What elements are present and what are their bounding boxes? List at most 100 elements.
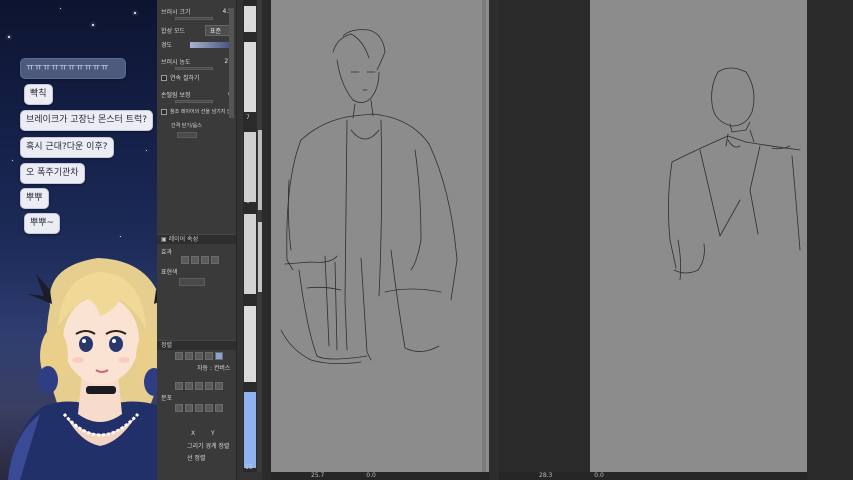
- expression-label: 표현색: [161, 269, 178, 276]
- gap-closing-row[interactable]: 간격 닫기/옵스: [161, 120, 232, 131]
- blend-mode-row[interactable]: 합성 모드 표준: [161, 25, 232, 36]
- star-icon: [120, 236, 121, 237]
- brush-density-row[interactable]: 브러시 농도 21: [161, 56, 232, 67]
- layer-icon: ▣: [161, 236, 167, 243]
- stabilization-slider[interactable]: [175, 100, 213, 103]
- right-zoom-value[interactable]: 28.3: [539, 472, 552, 479]
- blend-mode-label: 합성 모드: [161, 28, 185, 35]
- draw-boundary-row[interactable]: 그리기 경계 정렬: [161, 440, 232, 451]
- align-middle-button[interactable]: [215, 352, 223, 360]
- brush-size-number: 12: [245, 376, 253, 383]
- chat-message: 뿌뿌: [20, 188, 49, 209]
- distribute-button[interactable]: [205, 404, 213, 412]
- star-icon: [92, 24, 94, 26]
- x-label: X: [191, 430, 196, 437]
- left-angle-value[interactable]: 0.0: [366, 472, 376, 479]
- align-icon[interactable]: [215, 382, 223, 390]
- stabilization-row[interactable]: 손떨림 보정 0: [161, 89, 232, 100]
- expression-select[interactable]: [179, 278, 205, 286]
- star-icon: [146, 150, 147, 151]
- line-align-row[interactable]: 선 정렬: [161, 452, 232, 463]
- align-icon[interactable]: [175, 382, 183, 390]
- hardness-slider[interactable]: [190, 41, 232, 48]
- chat-message: 오 폭주기관차: [20, 163, 85, 184]
- tool-property-scrollbar[interactable]: [229, 8, 234, 118]
- canvas-view-right[interactable]: [590, 0, 807, 472]
- align-icon[interactable]: [185, 382, 193, 390]
- y-label: Y: [211, 430, 215, 437]
- brush-size-number: 7: [246, 114, 250, 121]
- align-label: 정렬: [161, 342, 173, 349]
- blend-mode-select[interactable]: 표준: [204, 25, 232, 36]
- canvas-gutter: [262, 0, 271, 480]
- draw-boundary-label: 그리기 경계 정렬: [187, 443, 230, 450]
- distribute-button[interactable]: [215, 404, 223, 412]
- expression-row[interactable]: 표현색: [161, 266, 232, 277]
- effect-border-button[interactable]: [181, 256, 189, 264]
- sketch-figure-left: [280, 29, 458, 364]
- brush-size-icon[interactable]: [244, 132, 256, 202]
- hardness-label: 경도: [161, 42, 173, 49]
- refer-layer-label: 참조 레이어의 선을 넘기지 않음: [170, 109, 232, 115]
- star-icon: [12, 160, 13, 161]
- align-left-button[interactable]: [175, 352, 183, 360]
- brush-density-slider[interactable]: [175, 67, 213, 70]
- left-view-status: 25.7 0.0: [271, 472, 489, 480]
- chat-message: 브레이크가 고장난 몬스터 트럭?: [20, 110, 154, 131]
- distribute-button[interactable]: [175, 404, 183, 412]
- left-zoom-value[interactable]: 25.7: [311, 472, 324, 479]
- canvas-view-left[interactable]: [271, 0, 489, 472]
- effect-label: 효과: [161, 249, 173, 256]
- layer-property-title: 레이어 속성: [168, 236, 199, 243]
- distribute-button[interactable]: [185, 404, 193, 412]
- star-icon: [134, 12, 136, 14]
- brush-size-icon[interactable]: [244, 214, 256, 294]
- star-icon: [60, 8, 61, 9]
- brush-size-label: 브러시 크기: [161, 9, 191, 16]
- layer-property-header[interactable]: ▣ 레이어 속성: [157, 234, 236, 244]
- auto-label: 자동 : 컨버스: [197, 365, 231, 372]
- stream-overlay: ㅠㅠㅠㅠㅠㅠㅠㅠㅠㅠ 빡칙 브레이크가 고장난 몬스터 트럭? 혹시 근대?다운…: [0, 0, 157, 480]
- brush-density-label: 브러시 농도: [161, 59, 191, 66]
- distribute-button[interactable]: [195, 404, 203, 412]
- vtuber-avatar: [8, 258, 157, 480]
- align-center-button[interactable]: [185, 352, 193, 360]
- chat-message: ㅠㅠㅠㅠㅠㅠㅠㅠㅠㅠ: [20, 58, 126, 79]
- sketch-figure-right: [668, 67, 801, 281]
- brush-size-slider[interactable]: [175, 17, 213, 20]
- align-header[interactable]: 정렬: [157, 340, 236, 350]
- checkbox-icon[interactable]: [161, 108, 167, 115]
- tool-property-panel: 브러시 크기 4.5 합성 모드 표준 경도 브러시 농도 21 연속 칠하기 …: [157, 0, 237, 480]
- brush-size-icon[interactable]: [244, 42, 256, 112]
- stabilization-label: 손떨림 보정: [161, 92, 191, 99]
- checkbox-icon[interactable]: [161, 74, 167, 81]
- chat-message: 빡칙: [24, 84, 53, 105]
- align-icon[interactable]: [195, 382, 203, 390]
- align-icon[interactable]: [205, 382, 213, 390]
- canvas-pasteboard: [499, 0, 590, 480]
- align-right-button[interactable]: [195, 352, 203, 360]
- effect-color-button[interactable]: [201, 256, 209, 264]
- left-view-scrollbar[interactable]: [482, 0, 486, 472]
- effect-layer-color-button[interactable]: [211, 256, 219, 264]
- distribution-label: 분포: [161, 395, 173, 402]
- align-top-button[interactable]: [205, 352, 213, 360]
- brush-size-icon[interactable]: [244, 306, 256, 382]
- gap-closing-field[interactable]: [177, 132, 197, 138]
- effect-tone-button[interactable]: [191, 256, 199, 264]
- view-divider[interactable]: [489, 0, 499, 480]
- line-align-label: 선 정렬: [187, 455, 206, 462]
- hardness-row[interactable]: 경도: [161, 39, 232, 50]
- gap-closing-label: 간격 닫기/옵스: [171, 123, 202, 129]
- canvas-pasteboard-right: [807, 0, 853, 480]
- refer-layer-row[interactable]: 참조 레이어의 선을 넘기지 않음: [161, 106, 232, 117]
- continuous-spray-row[interactable]: 연속 칠하기: [161, 72, 232, 83]
- brush-size-row[interactable]: 브러시 크기 4.5: [161, 6, 232, 17]
- brush-size-icon[interactable]: [244, 392, 256, 468]
- distribution-row: 분포: [161, 392, 232, 403]
- right-view-status: 28.3 0.0: [499, 472, 807, 480]
- auto-row: 자동 : 컨버스: [161, 362, 232, 373]
- right-angle-value[interactable]: 0.0: [594, 472, 604, 479]
- brush-size-column: [243, 0, 257, 472]
- chat-message: 혹시 근대?다운 이후?: [20, 137, 114, 158]
